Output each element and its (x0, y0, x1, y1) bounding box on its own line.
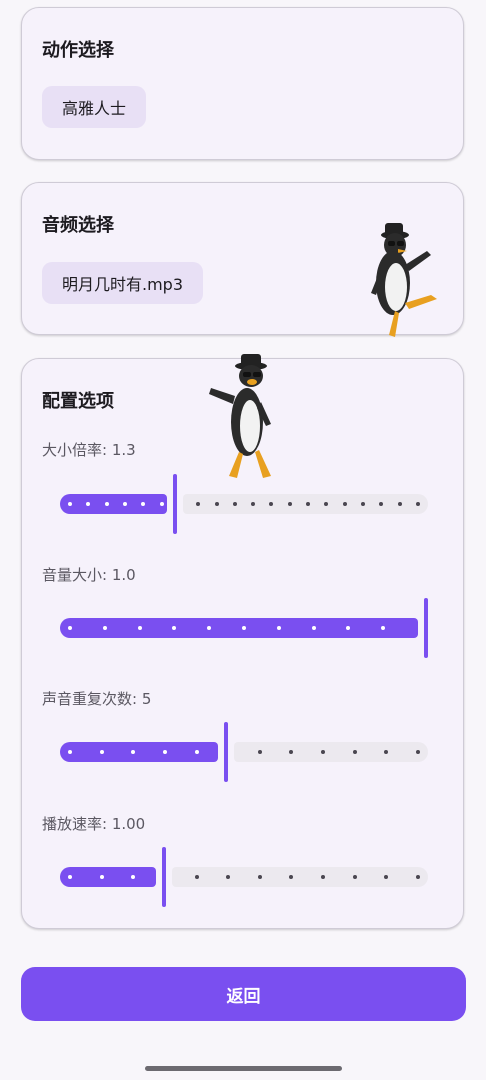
slider-tick (416, 875, 420, 879)
slider-tick (276, 626, 281, 630)
audio-card-title: 音频选择 (42, 215, 114, 236)
volume-slider-label: 音量大小: 1.0 (42, 566, 136, 584)
slider-tick (194, 875, 199, 879)
slider-tick (342, 502, 347, 506)
slider-tick (352, 875, 357, 879)
slider-tick (122, 502, 127, 506)
action-select-card: 动作选择 高雅人士 (21, 7, 464, 160)
action-chip[interactable]: 高雅人士 (42, 86, 147, 128)
slider-active-track (60, 867, 156, 887)
slider-tick (159, 502, 164, 506)
slider-handle[interactable] (173, 474, 177, 534)
slider-tick (416, 502, 420, 506)
slider-tick (137, 626, 142, 630)
scale-slider[interactable] (60, 474, 428, 534)
slider-tick (68, 875, 72, 879)
slider-tick (68, 750, 72, 754)
slider-tick (99, 750, 104, 754)
speed-slider-label: 播放速率: 1.00 (42, 815, 146, 833)
action-card-title: 动作选择 (42, 40, 114, 61)
slider-tick (68, 626, 72, 630)
home-indicator (145, 1066, 342, 1071)
slider-handle[interactable] (424, 598, 428, 658)
slider-tick (104, 502, 109, 506)
scale-slider-label: 大小倍率: 1.3 (42, 441, 136, 459)
slider-tick (102, 626, 107, 630)
config-card-title: 配置选项 (42, 391, 114, 412)
slider-tick (162, 750, 167, 754)
slider-tick (257, 875, 262, 879)
slider-tick (257, 750, 262, 754)
repeat-slider-label: 声音重复次数: 5 (42, 690, 152, 708)
slider-tick (416, 750, 420, 754)
slider-active-track (60, 494, 167, 514)
repeat-count-slider[interactable] (60, 722, 428, 782)
slider-tick (311, 626, 316, 630)
audio-chip[interactable]: 明月几时有.mp3 (42, 262, 204, 304)
slider-handle[interactable] (224, 722, 228, 782)
playback-speed-slider[interactable] (60, 847, 428, 907)
slider-tick (214, 502, 219, 506)
slider-active-track (60, 618, 418, 638)
slider-tick (232, 502, 237, 506)
slider-tick (99, 875, 104, 879)
slider-tick (68, 502, 72, 506)
slider-handle[interactable] (162, 847, 166, 907)
back-button[interactable]: 返回 (21, 967, 466, 1021)
volume-slider[interactable] (60, 598, 428, 658)
slider-tick (287, 502, 292, 506)
penguin-dancer-icon (371, 223, 437, 337)
slider-tick (352, 750, 357, 754)
penguin-dancer-icon (209, 354, 271, 478)
slider-tick (242, 626, 246, 630)
slider-inactive-track (234, 742, 428, 762)
slider-tick (194, 750, 199, 754)
slider-inactive-track (172, 867, 428, 887)
slider-tick (397, 502, 402, 506)
